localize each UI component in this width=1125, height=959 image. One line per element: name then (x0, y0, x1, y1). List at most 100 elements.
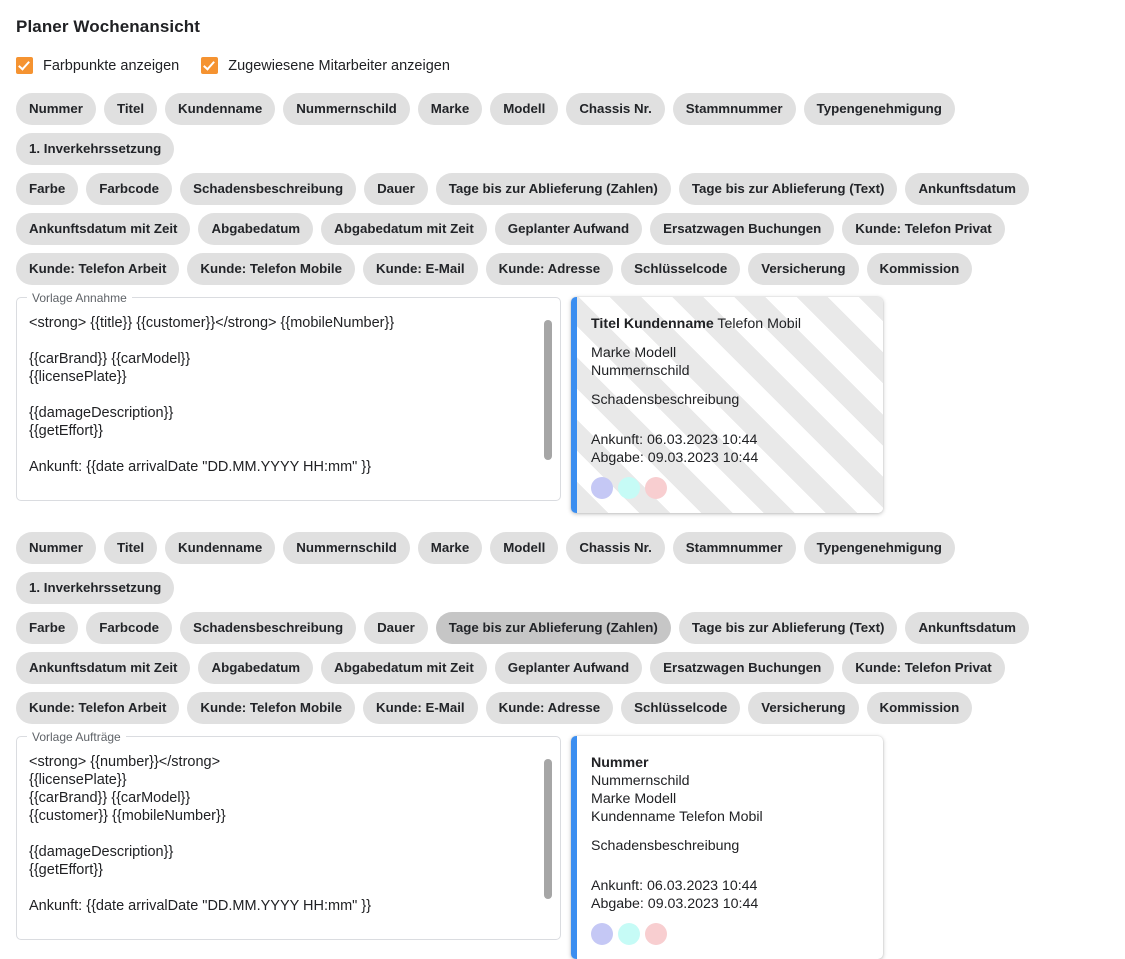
chip-tage-bis-ablieferung-text[interactable]: Tage bis zur Ablieferung (Text) (678, 612, 898, 644)
auftraege-template-block: Vorlage Aufträge <strong> {{number}}</st… (16, 729, 1109, 959)
chip-abgabedatum[interactable]: Abgabedatum (198, 213, 314, 245)
chip-abgabedatum-mit-zeit[interactable]: Abgabedatum mit Zeit (321, 213, 487, 245)
chip-kundenname[interactable]: Kundenname (165, 532, 276, 564)
chip-ankunftsdatum[interactable]: Ankunftsdatum (905, 173, 1029, 205)
scrollbar-thumb[interactable] (544, 320, 552, 460)
annahme-chip-group: Nummer Titel Kundenname Nummernschild Ma… (16, 93, 1109, 285)
chip-kunde-telefon-arbeit[interactable]: Kunde: Telefon Arbeit (16, 253, 180, 285)
chip-typengenehmigung[interactable]: Typengenehmigung (803, 532, 955, 564)
chip-titel[interactable]: Titel (103, 532, 158, 564)
chip-geplanter-aufwand[interactable]: Geplanter Aufwand (494, 652, 643, 684)
chip-dauer[interactable]: Dauer (364, 612, 428, 644)
chip-marke[interactable]: Marke (417, 93, 483, 125)
chip-nummer[interactable]: Nummer (16, 93, 96, 125)
card-plate-line: Nummernschild (591, 773, 690, 789)
chip-erste-inverkehrssetzung[interactable]: 1. Inverkehrssetzung (16, 133, 175, 165)
card-accent-bar (571, 736, 577, 959)
card-title-bold: Nummer (591, 755, 649, 771)
chip-stammnummer[interactable]: Stammnummer (672, 93, 796, 125)
chip-kommission[interactable]: Kommission (866, 253, 973, 285)
card-description-line: Schadensbeschreibung (591, 392, 740, 408)
chip-modell[interactable]: Modell (490, 93, 559, 125)
chip-kunde-telefon-mobile[interactable]: Kunde: Telefon Mobile (187, 253, 355, 285)
card-title-line: Nummer (591, 754, 867, 772)
chip-ankunftsdatum[interactable]: Ankunftsdatum (905, 612, 1029, 644)
chip-farbcode[interactable]: Farbcode (86, 612, 173, 644)
chip-row: Farbe Farbcode Schadensbeschreibung Daue… (16, 173, 1109, 205)
chip-titel[interactable]: Titel (103, 93, 158, 125)
textarea-scrollbar[interactable] (544, 759, 552, 915)
chip-schadensbeschreibung[interactable]: Schadensbeschreibung (180, 173, 357, 205)
chip-tage-bis-ablieferung-zahlen[interactable]: Tage bis zur Ablieferung (Zahlen) (435, 173, 671, 205)
display-options-row: Farbpunkte anzeigen Zugewiesene Mitarbei… (16, 57, 1109, 74)
chip-tage-bis-ablieferung-text[interactable]: Tage bis zur Ablieferung (Text) (678, 173, 898, 205)
chip-versicherung[interactable]: Versicherung (748, 692, 859, 724)
vorlage-annahme-textarea[interactable]: <strong> {{title}} {{customer}}</strong>… (29, 314, 548, 486)
checkbox-label: Zugewiesene Mitarbeiter anzeigen (228, 57, 450, 74)
chip-farbe[interactable]: Farbe (16, 173, 79, 205)
chip-nummernschild[interactable]: Nummernschild (283, 93, 410, 125)
textarea-scrollbar[interactable] (544, 320, 552, 476)
card-title-rest: Telefon Mobil (713, 316, 801, 332)
card-color-dots (591, 923, 867, 945)
chip-dauer[interactable]: Dauer (364, 173, 428, 205)
chip-kunde-adresse[interactable]: Kunde: Adresse (485, 692, 614, 724)
chip-ankunftsdatum-mit-zeit[interactable]: Ankunftsdatum mit Zeit (16, 652, 191, 684)
chip-geplanter-aufwand[interactable]: Geplanter Aufwand (494, 213, 643, 245)
checkbox-checked-icon[interactable] (201, 57, 219, 74)
vorlage-annahme-field[interactable]: Vorlage Annahme <strong> {{title}} {{cus… (16, 290, 561, 501)
vorlage-auftraege-textarea[interactable]: <strong> {{number}}</strong> {{licensePl… (29, 753, 548, 925)
chip-nummernschild[interactable]: Nummernschild (283, 532, 410, 564)
card-accent-bar (571, 297, 577, 513)
checkbox-show-assigned-employees[interactable]: Zugewiesene Mitarbeiter anzeigen (201, 57, 450, 74)
scrollbar-thumb[interactable] (544, 759, 552, 899)
chip-kommission[interactable]: Kommission (866, 692, 973, 724)
chip-modell[interactable]: Modell (490, 532, 559, 564)
annahme-preview-card: Titel Kundenname Telefon Mobil Marke Mod… (571, 297, 883, 513)
page-title: Planer Wochenansicht (16, 17, 201, 36)
chip-kundenname[interactable]: Kundenname (165, 93, 276, 125)
color-dot-purple (591, 923, 613, 945)
chip-versicherung[interactable]: Versicherung (748, 253, 859, 285)
card-description-line: Schadensbeschreibung (591, 838, 740, 854)
chip-schadensbeschreibung[interactable]: Schadensbeschreibung (180, 612, 357, 644)
chip-schluesselcode[interactable]: Schlüsselcode (621, 253, 741, 285)
chip-kunde-email[interactable]: Kunde: E-Mail (362, 253, 478, 285)
chip-kunde-email[interactable]: Kunde: E-Mail (362, 692, 478, 724)
chip-farbe[interactable]: Farbe (16, 612, 79, 644)
chip-abgabedatum[interactable]: Abgabedatum (198, 652, 314, 684)
chip-erste-inverkehrssetzung[interactable]: 1. Inverkehrssetzung (16, 572, 175, 604)
chip-kunde-telefon-privat[interactable]: Kunde: Telefon Privat (842, 652, 1005, 684)
chip-kunde-telefon-privat[interactable]: Kunde: Telefon Privat (842, 213, 1005, 245)
chip-chassis-nr[interactable]: Chassis Nr. (566, 93, 665, 125)
checkbox-checked-icon[interactable] (16, 57, 33, 74)
chip-row: Kunde: Telefon Arbeit Kunde: Telefon Mob… (16, 692, 1109, 724)
checkbox-show-color-dots[interactable]: Farbpunkte anzeigen (16, 57, 179, 74)
chip-chassis-nr[interactable]: Chassis Nr. (566, 532, 665, 564)
chip-row: Ankunftsdatum mit Zeit Abgabedatum Abgab… (16, 652, 1109, 684)
chip-kunde-telefon-mobile[interactable]: Kunde: Telefon Mobile (187, 692, 355, 724)
auftraege-preview-card: Nummer Nummernschild Marke Modell Kunden… (571, 736, 883, 959)
chip-ersatzwagen-buchungen[interactable]: Ersatzwagen Buchungen (650, 652, 835, 684)
card-departure-line: Abgabe: 09.03.2023 10:44 (591, 450, 759, 466)
chip-nummer[interactable]: Nummer (16, 532, 96, 564)
chip-marke[interactable]: Marke (417, 532, 483, 564)
chip-kunde-adresse[interactable]: Kunde: Adresse (485, 253, 614, 285)
chip-typengenehmigung[interactable]: Typengenehmigung (803, 93, 955, 125)
vorlage-auftraege-field[interactable]: Vorlage Aufträge <strong> {{number}}</st… (16, 729, 561, 940)
chip-row: Kunde: Telefon Arbeit Kunde: Telefon Mob… (16, 253, 1109, 285)
chip-ankunftsdatum-mit-zeit[interactable]: Ankunftsdatum mit Zeit (16, 213, 191, 245)
chip-farbcode[interactable]: Farbcode (86, 173, 173, 205)
chip-abgabedatum-mit-zeit[interactable]: Abgabedatum mit Zeit (321, 652, 487, 684)
chip-row: Ankunftsdatum mit Zeit Abgabedatum Abgab… (16, 213, 1109, 245)
chip-kunde-telefon-arbeit[interactable]: Kunde: Telefon Arbeit (16, 692, 180, 724)
chip-ersatzwagen-buchungen[interactable]: Ersatzwagen Buchungen (650, 213, 835, 245)
card-title-line: Titel Kundenname Telefon Mobil (591, 315, 867, 333)
chip-schluesselcode[interactable]: Schlüsselcode (621, 692, 741, 724)
color-dot-purple (591, 477, 613, 499)
card-vehicle-line: Marke Modell (591, 791, 677, 807)
chip-stammnummer[interactable]: Stammnummer (672, 532, 796, 564)
chip-tage-bis-ablieferung-zahlen[interactable]: Tage bis zur Ablieferung (Zahlen) (435, 612, 671, 644)
